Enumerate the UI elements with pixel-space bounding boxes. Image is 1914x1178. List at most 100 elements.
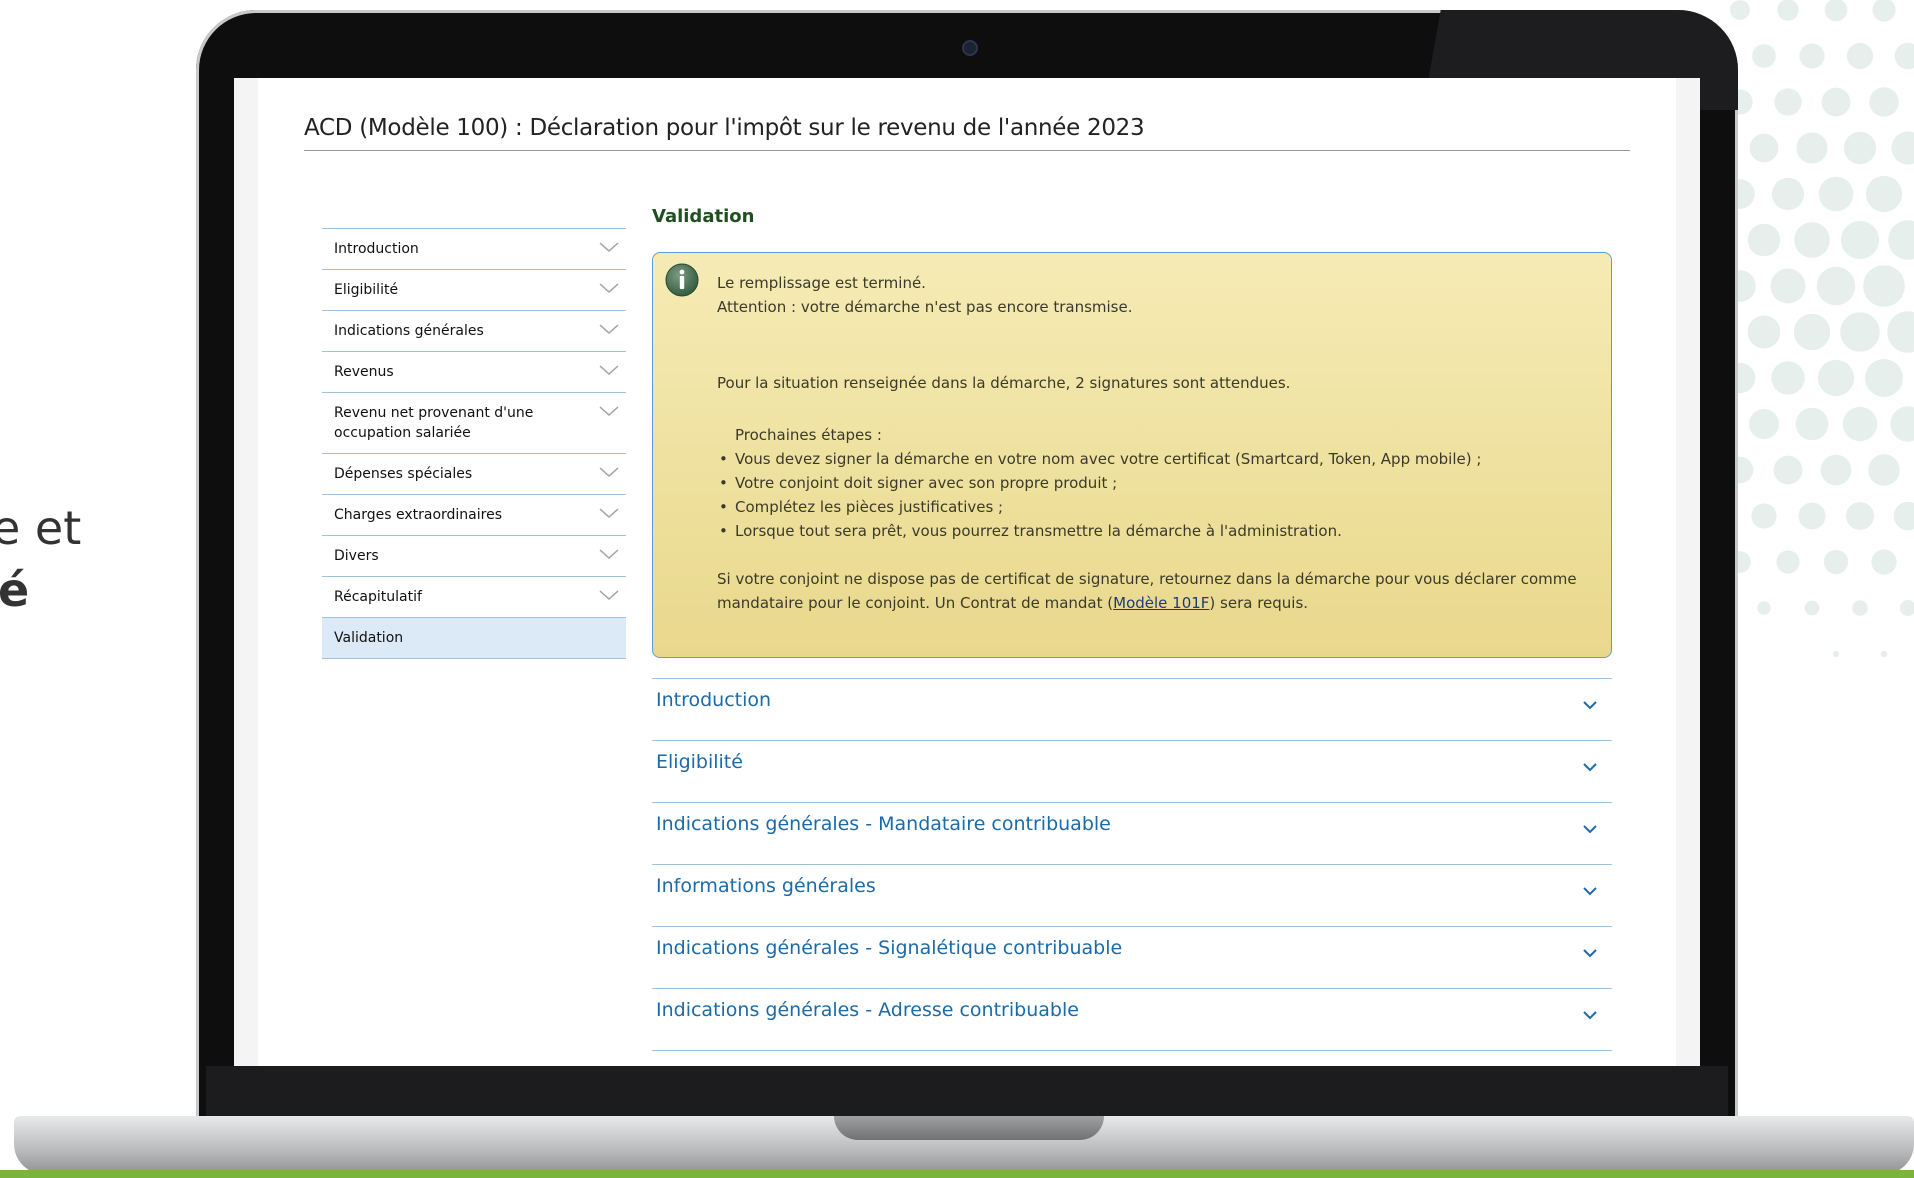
decorative-dot xyxy=(1880,650,1888,658)
sidebar-item-label: Dépenses spéciales xyxy=(334,466,473,482)
decorative-dot xyxy=(1749,133,1779,163)
chevron-down-icon xyxy=(599,324,619,335)
sidebar-item-label: Charges extraordinaires xyxy=(334,507,503,523)
camera-icon xyxy=(962,40,978,56)
signatures-text: Pour la situation renseignée dans la dém… xyxy=(717,374,1291,392)
mandate-text: Si votre conjoint ne dispose pas de cert… xyxy=(717,567,1595,615)
decorative-dot xyxy=(1890,406,1914,442)
chevron-down-icon xyxy=(599,508,619,519)
decorative-dot xyxy=(1842,406,1878,442)
accordion-item-label: Eligibilité xyxy=(656,751,743,773)
sidebar-item-label: Récapitulatif xyxy=(334,589,422,605)
decorative-dot xyxy=(1770,268,1806,304)
sidebar-item-introduction[interactable]: Introduction xyxy=(322,229,626,270)
chevron-down-icon xyxy=(599,590,619,601)
decorative-dot xyxy=(1824,0,1848,22)
decorative-dot xyxy=(1891,131,1914,165)
sidebar-item-indications-generales[interactable]: Indications générales xyxy=(322,311,626,352)
chevron-down-icon xyxy=(599,467,619,478)
decorative-dot xyxy=(1804,600,1820,616)
decorative-dot xyxy=(1777,0,1799,21)
accordion-item-mandataire[interactable]: Indications générales - Mandataire contr… xyxy=(652,803,1612,865)
decorative-dot xyxy=(1823,549,1849,575)
decorative-dot xyxy=(1771,361,1805,395)
next-steps-title: Prochaines étapes : xyxy=(735,426,882,444)
chevron-down-icon xyxy=(1583,763,1597,772)
side-text-line-2: é xyxy=(0,563,30,617)
accordion-item-label: Indications générales - Adresse contribu… xyxy=(656,999,1079,1021)
accordion-item-label: Indications générales - Mandataire contr… xyxy=(656,813,1111,835)
info-message-box: Le remplissage est terminé. Attention : … xyxy=(652,252,1612,658)
decorative-dot xyxy=(1816,266,1856,306)
accordion-item-signaletique[interactable]: Indications générales - Signalétique con… xyxy=(652,927,1612,989)
laptop-screen: ACD (Modèle 100) : Déclaration pour l'im… xyxy=(234,78,1700,1066)
decorative-dot xyxy=(1846,502,1874,530)
sidebar-item-divers[interactable]: Divers xyxy=(322,536,626,577)
info-line-1: Le remplissage est terminé. xyxy=(717,274,926,292)
decorative-dot xyxy=(1894,42,1914,70)
chevron-down-icon xyxy=(1583,949,1597,958)
sidebar-item-revenus[interactable]: Revenus xyxy=(322,352,626,393)
decorative-dot xyxy=(1821,87,1851,117)
decorative-dot xyxy=(1771,177,1805,211)
sidebar-item-revenu-net-salariee[interactable]: Revenu net provenant d'une occupation sa… xyxy=(322,393,626,454)
info-line-2: Attention : votre démarche n'est pas enc… xyxy=(717,298,1133,316)
next-steps-list: Vous devez signer la démarche en votre n… xyxy=(717,447,1595,543)
decorative-dot xyxy=(1843,131,1877,165)
info-icon xyxy=(665,263,699,297)
decorative-dot xyxy=(1869,87,1899,117)
decorative-dot xyxy=(1730,0,1750,20)
chevron-down-icon xyxy=(599,283,619,294)
sidebar-item-validation[interactable]: Validation xyxy=(322,618,626,659)
sidebar-item-label: Revenus xyxy=(334,364,394,380)
mandate-text-after: ) sera requis. xyxy=(1209,594,1309,612)
decorative-dot xyxy=(1773,455,1803,485)
decorative-dot xyxy=(1865,175,1903,213)
list-item: Vous devez signer la démarche en votre n… xyxy=(717,447,1595,471)
decorative-dot xyxy=(1893,501,1914,531)
sidebar-item-label: Introduction xyxy=(334,241,419,257)
sections-accordion: Introduction Eligibilité Indications gén… xyxy=(652,678,1612,1051)
sidebar-item-eligibilite[interactable]: Eligibilité xyxy=(322,270,626,311)
decorative-dot xyxy=(1852,600,1868,616)
modele-101f-link[interactable]: Modèle 101F xyxy=(1113,594,1209,612)
decorative-dot xyxy=(1747,315,1781,349)
sidebar-nav: Introduction Eligibilité Indications gén… xyxy=(322,228,626,659)
chevron-down-icon xyxy=(599,406,619,417)
chevron-down-icon xyxy=(599,242,619,253)
list-item: Lorsque tout sera prêt, vous pourrez tra… xyxy=(717,519,1595,543)
sidebar-item-charges-extraordinaires[interactable]: Charges extraordinaires xyxy=(322,495,626,536)
sidebar-item-label: Validation xyxy=(334,630,404,646)
decorative-dot xyxy=(1796,132,1828,164)
sidebar-item-label: Revenu net provenant d'une occupation sa… xyxy=(334,405,534,441)
decorative-dot xyxy=(1795,407,1829,441)
page-title: ACD (Modèle 100) : Déclaration pour l'im… xyxy=(304,106,1630,151)
decorative-dot xyxy=(1846,42,1874,70)
main-content: Validation Le remplissage est terminé. A… xyxy=(652,198,1614,1051)
accordion-item-eligibilite[interactable]: Eligibilité xyxy=(652,741,1612,803)
decorative-dot xyxy=(1832,650,1840,658)
decorative-dot xyxy=(1872,0,1896,22)
decorative-dot xyxy=(1840,312,1880,352)
accordion-item-introduction[interactable]: Introduction xyxy=(652,679,1612,741)
sidebar-item-label: Indications générales xyxy=(334,323,484,339)
decorative-dot xyxy=(1799,43,1825,69)
accordion-item-informations-generales[interactable]: Informations générales xyxy=(652,865,1612,927)
sidebar-item-recapitulatif[interactable]: Récapitulatif xyxy=(322,577,626,618)
sidebar-item-label: Eligibilité xyxy=(334,282,399,298)
chevron-down-icon xyxy=(1583,1011,1597,1020)
decorative-dot xyxy=(1793,313,1831,351)
accordion-item-adresse[interactable]: Indications générales - Adresse contribu… xyxy=(652,989,1612,1051)
decorative-dot xyxy=(1900,600,1914,616)
sidebar-item-depenses-speciales[interactable]: Dépenses spéciales xyxy=(322,454,626,495)
decorative-dot xyxy=(1752,44,1776,68)
decorative-dot xyxy=(1757,601,1771,615)
decorative-dot xyxy=(1751,503,1777,529)
chevron-down-icon xyxy=(599,365,619,376)
decorative-dot xyxy=(1840,220,1880,260)
accordion-item-label: Informations générales xyxy=(656,875,876,897)
green-strip xyxy=(0,1170,1914,1178)
decorative-dot xyxy=(1774,88,1802,116)
section-heading: Validation xyxy=(652,206,755,227)
accordion-item-label: Indications générales - Signalétique con… xyxy=(656,937,1123,959)
